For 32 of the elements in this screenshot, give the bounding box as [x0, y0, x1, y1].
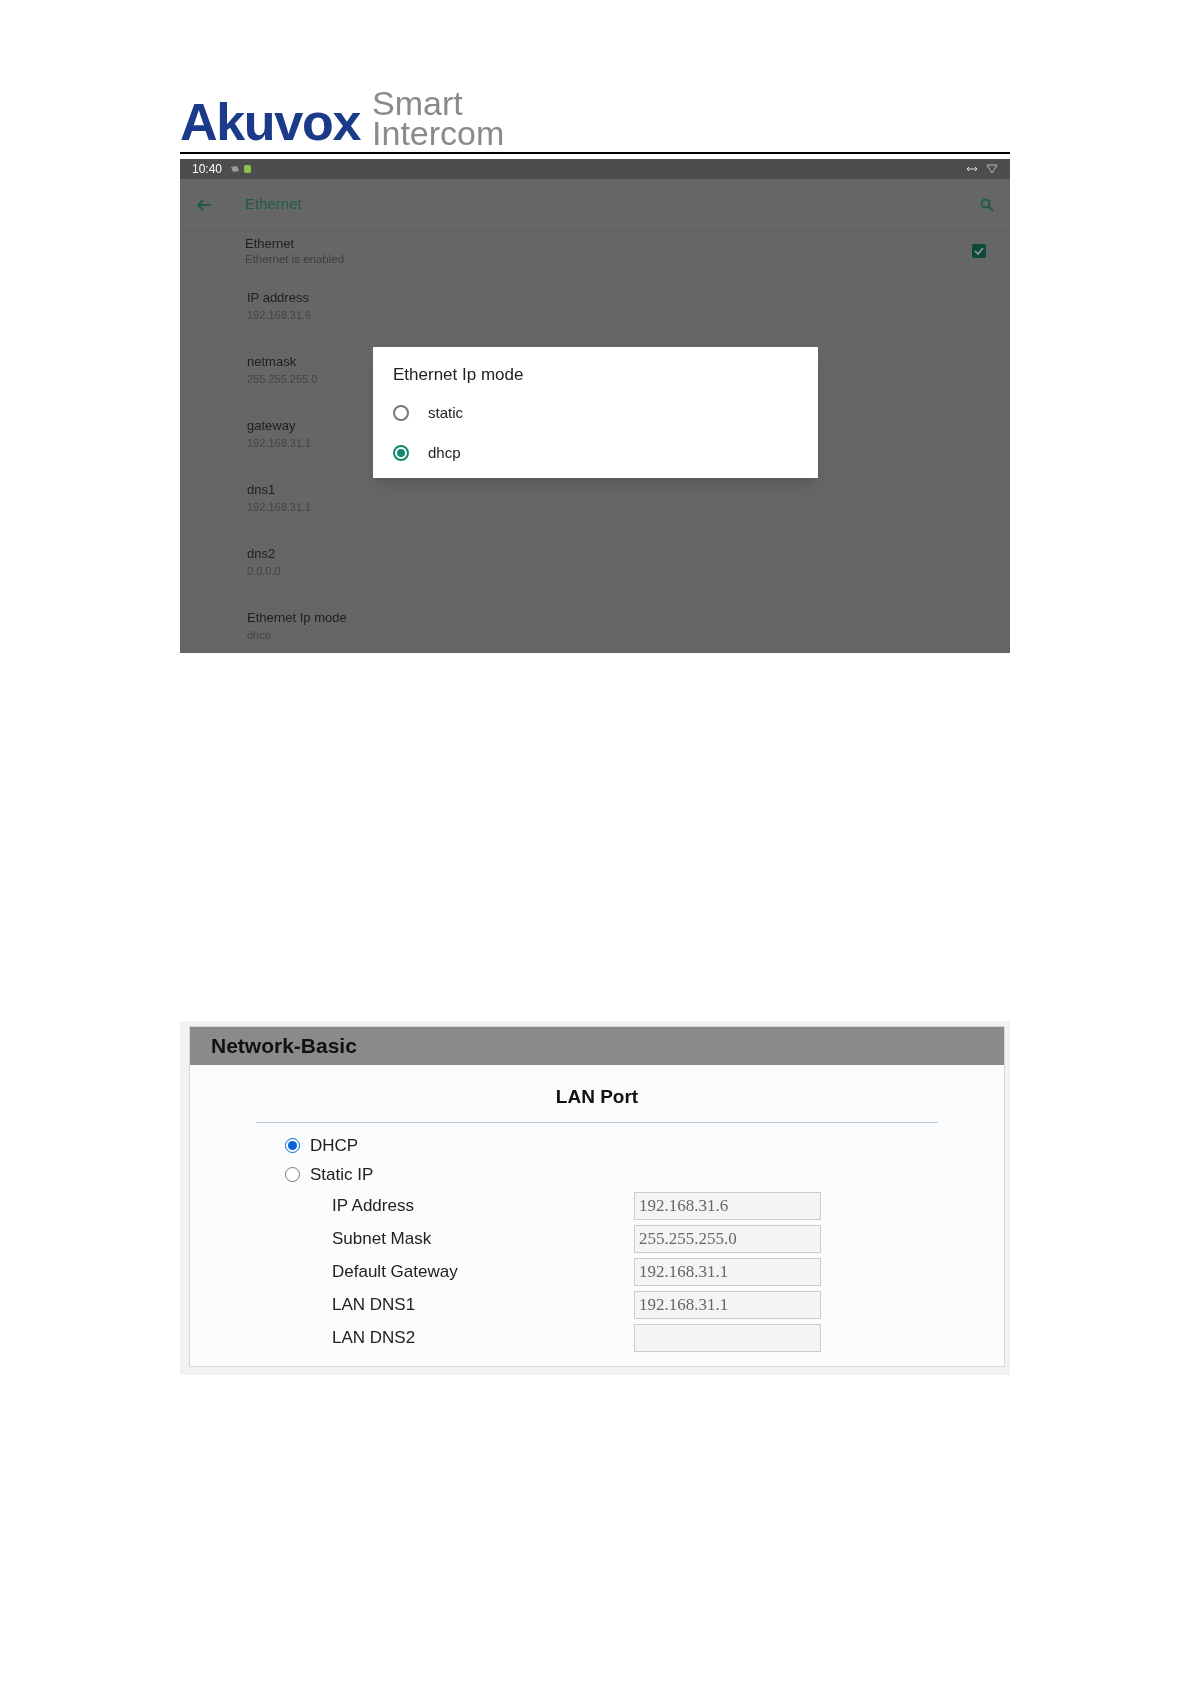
option-label[interactable]: dhcp — [428, 441, 461, 464]
checkbox[interactable] — [972, 244, 986, 258]
section-title: LAN Port — [555, 1085, 639, 1109]
notification-icon — [230, 164, 253, 174]
status-time: 10:40 — [192, 161, 223, 178]
toolbar-title: Ethernet — [245, 194, 302, 215]
radio-button[interactable] — [285, 1138, 300, 1153]
setting-title[interactable]: Ethernet Ip mode — [247, 609, 347, 627]
field-label: Default Gateway — [332, 1260, 459, 1283]
field-label: LAN DNS2 — [332, 1326, 417, 1349]
field-label: Subnet Mask — [332, 1227, 433, 1250]
setting-title[interactable]: IP address — [247, 289, 309, 307]
option-label[interactable]: static — [428, 402, 463, 425]
logo-tagline: Intercom — [372, 118, 505, 148]
brand-logo: Akuvox — [180, 96, 361, 148]
option-label[interactable]: Static IP — [310, 1163, 374, 1186]
setting-title[interactable]: gateway — [247, 417, 296, 435]
wifi-icon — [986, 164, 998, 174]
setting-title[interactable]: netmask — [247, 353, 297, 371]
dialog-title: Ethernet Ip mode — [393, 365, 525, 385]
logo-tagline: Smart — [372, 88, 464, 118]
setting-title[interactable]: dns1 — [247, 481, 276, 499]
setting-title: Ethernet — [245, 235, 296, 252]
option-label[interactable]: DHCP — [310, 1134, 359, 1157]
ethernet-icon — [966, 165, 978, 173]
panel-title: Network-Basic — [211, 1033, 357, 1060]
field-label: IP Address — [332, 1194, 415, 1217]
radio-button[interactable] — [393, 444, 409, 461]
radio-button[interactable] — [285, 1167, 300, 1182]
field-label: LAN DNS1 — [332, 1293, 417, 1316]
setting-title[interactable]: dns2 — [247, 545, 276, 563]
radio-button[interactable] — [393, 405, 409, 422]
